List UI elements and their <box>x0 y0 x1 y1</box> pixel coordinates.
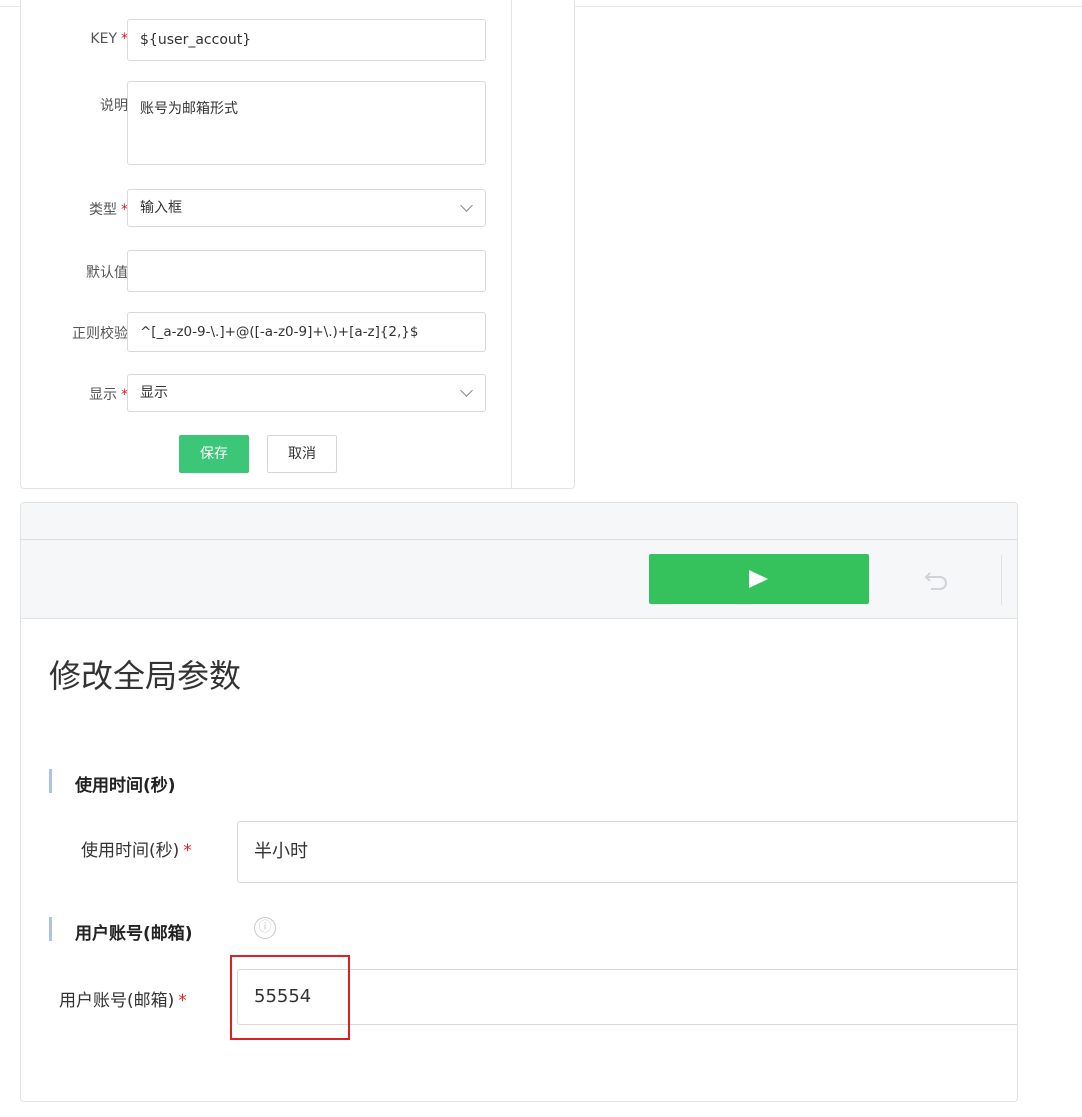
key-label: KEY * <box>90 31 128 47</box>
card-header <box>21 503 1017 540</box>
cancel-button[interactable]: 取消 <box>267 435 337 473</box>
section-accent <box>49 769 52 793</box>
param-edit-form: KEY * ${user_accout} 说明 账号为邮箱形式 类型 * 输入框 默… <box>20 0 575 489</box>
chevron-down-icon <box>460 384 473 397</box>
global-params-card: 修改全局参数 使用时间(秒) 使用时间(秒) * 半小时 用户账号(邮箱) ⓘ 用… <box>20 502 1018 1102</box>
regex-input[interactable]: ^[_a-z0-9-\.]+@([-a-z0-9]+\.)+[a-z]{2,}$ <box>127 312 486 352</box>
toolbar <box>21 540 1017 619</box>
run-button[interactable] <box>649 554 869 604</box>
chevron-down-icon <box>460 199 473 212</box>
display-label: 显示 * <box>89 387 128 403</box>
description-label: 说明 <box>100 98 128 114</box>
display-select-value: 显示 <box>140 385 168 401</box>
description-textarea[interactable]: 账号为邮箱形式 <box>127 81 486 165</box>
type-label: 类型 * <box>89 202 128 218</box>
regex-label: 正则校验 <box>72 326 128 342</box>
section-accent <box>49 917 52 941</box>
highlight-box <box>230 955 350 1040</box>
user-account-input[interactable]: 55554 <box>237 969 1017 1025</box>
page-title: 修改全局参数 <box>49 657 242 695</box>
type-select-value: 输入框 <box>140 200 182 216</box>
undo-icon[interactable] <box>919 565 953 595</box>
default-input[interactable] <box>127 250 486 292</box>
toolbar-separator <box>1001 555 1002 605</box>
usage-time-input[interactable]: 半小时 <box>237 821 1017 883</box>
display-select[interactable]: 显示 <box>127 374 486 412</box>
play-icon <box>749 570 768 588</box>
section-title-user-account: 用户账号(邮箱) <box>75 924 193 944</box>
info-icon[interactable]: ⓘ <box>254 917 276 939</box>
section-title-usage-time: 使用时间(秒) <box>75 776 176 796</box>
usage-time-label: 使用时间(秒) * <box>81 841 192 861</box>
type-select[interactable]: 输入框 <box>127 189 486 227</box>
default-label: 默认值 <box>86 265 128 281</box>
key-input[interactable]: ${user_accout} <box>127 19 486 61</box>
panel-divider <box>511 0 512 488</box>
save-button[interactable]: 保存 <box>179 435 249 473</box>
user-account-label: 用户账号(邮箱) * <box>59 991 187 1011</box>
